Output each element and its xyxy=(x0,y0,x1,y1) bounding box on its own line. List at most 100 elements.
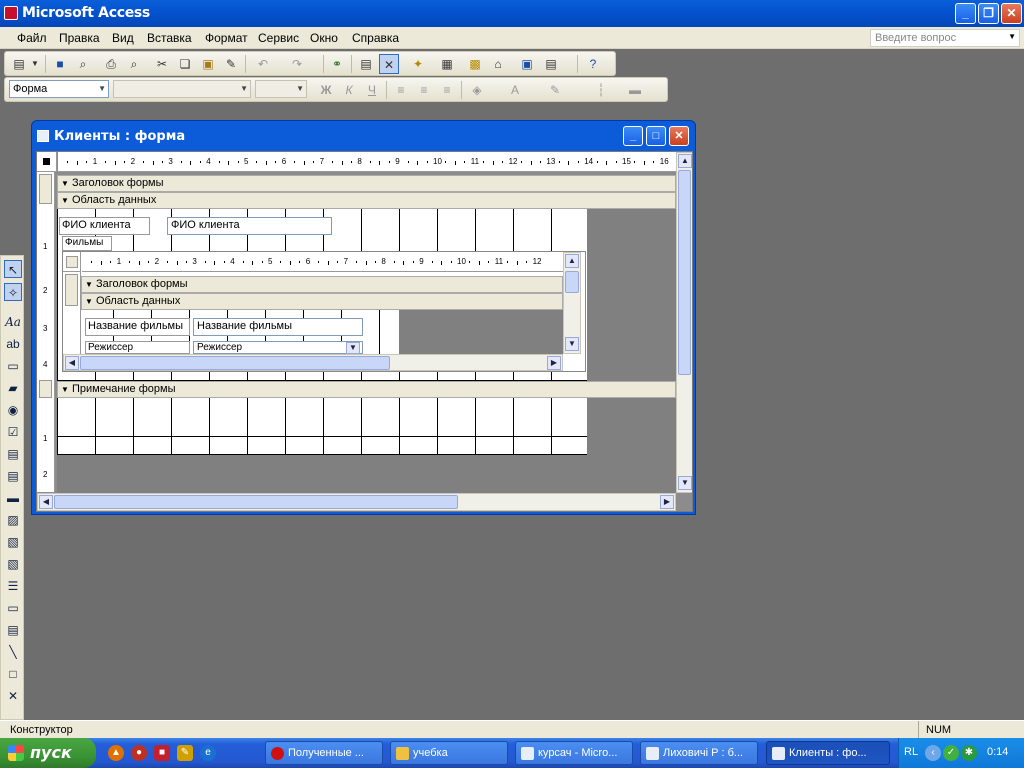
quicklaunch-app-icon[interactable]: ● xyxy=(131,745,147,761)
tab-control-icon[interactable]: ▭ xyxy=(4,599,22,617)
taskbar-item[interactable]: учебка xyxy=(390,741,508,765)
special-effect-icon[interactable]: ▬ xyxy=(625,80,645,100)
form-minimize-button[interactable]: _ xyxy=(623,126,643,146)
properties-icon[interactable]: ▩ xyxy=(465,54,485,74)
subform-hscroll-thumb[interactable] xyxy=(80,356,390,370)
form-maximize-button[interactable]: □ xyxy=(646,126,666,146)
italic-icon[interactable]: К xyxy=(339,80,359,100)
internet-explorer-icon[interactable]: e xyxy=(200,745,216,761)
autoformat-icon[interactable]: ✦ xyxy=(408,54,428,74)
line-color-icon[interactable]: ✎ xyxy=(545,80,565,100)
font-color-icon[interactable]: A xyxy=(505,80,525,100)
restore-button[interactable]: ❐ xyxy=(978,3,999,24)
tray-app-icon[interactable]: ‹ xyxy=(925,745,941,761)
form-icon[interactable] xyxy=(37,130,49,142)
film-title-label[interactable]: Название фильмы xyxy=(85,318,190,336)
search-file-icon[interactable]: ⌕ xyxy=(73,54,93,74)
combo-box-icon[interactable]: ▤ xyxy=(4,445,22,463)
align-right-icon[interactable]: ≡ xyxy=(437,80,457,100)
start-button[interactable]: пуск xyxy=(0,738,96,768)
taskbar-item[interactable]: Полученные ... xyxy=(265,741,383,765)
chevron-down-icon[interactable]: ▼ xyxy=(29,54,41,74)
subform-header-section-bar[interactable]: Заголовок формы xyxy=(81,276,563,293)
scroll-left-icon[interactable]: ◀ xyxy=(65,356,79,370)
checkbox-tool-icon[interactable]: ☑ xyxy=(4,423,22,441)
subform-tool-icon[interactable]: ▤ xyxy=(4,621,22,639)
page-break-icon[interactable]: ☰ xyxy=(4,577,22,595)
align-center-icon[interactable]: ≡ xyxy=(414,80,434,100)
subform-vertical-ruler[interactable] xyxy=(63,272,81,354)
redo-icon[interactable]: ↷ xyxy=(287,54,307,74)
font-size-combo[interactable]: ▼ xyxy=(255,80,307,98)
horizontal-ruler[interactable]: 1 2 3 4 5 6 7 8 9 10 11 12 13 14 15 16 xyxy=(58,152,676,172)
form-horizontal-scrollbar[interactable]: ◀ ▶ xyxy=(37,493,676,511)
menu-format[interactable]: Формат xyxy=(205,31,248,45)
view-icon[interactable]: ▤ xyxy=(9,54,29,74)
subform-horizontal-scrollbar[interactable]: ◀ ▶ xyxy=(63,354,563,371)
new-object-icon[interactable]: ▤ xyxy=(541,54,561,74)
quicklaunch-app-icon[interactable]: ■ xyxy=(154,745,170,761)
form-selector[interactable] xyxy=(37,152,57,172)
access-app-icon[interactable] xyxy=(4,6,18,20)
form-header-section-bar[interactable]: Заголовок формы xyxy=(57,175,676,192)
director-combo[interactable]: Режиссер xyxy=(193,341,363,354)
films-subform-label[interactable]: Фильмы xyxy=(62,236,112,251)
toolbox-icon[interactable]: ✕ xyxy=(379,54,399,74)
list-box-icon[interactable]: ▤ xyxy=(4,467,22,485)
menu-file[interactable]: Файл xyxy=(17,31,47,45)
copy-icon[interactable]: ❏ xyxy=(175,54,195,74)
menu-edit[interactable]: Правка xyxy=(59,31,100,45)
undo-icon[interactable]: ↶ xyxy=(253,54,273,74)
minimize-button[interactable]: _ xyxy=(955,3,976,24)
scroll-down-icon[interactable]: ▼ xyxy=(565,337,579,351)
director-label[interactable]: Режиссер xyxy=(85,341,190,354)
font-name-combo[interactable]: ▼ xyxy=(113,80,251,98)
chevron-down-icon[interactable]: ▼ xyxy=(346,342,360,354)
menu-insert[interactable]: Вставка xyxy=(147,31,192,45)
form-vscroll-thumb[interactable] xyxy=(678,170,691,375)
close-button[interactable]: ✕ xyxy=(1001,3,1022,24)
control-wizards-icon[interactable]: ✧ xyxy=(4,283,22,301)
toggle-button-icon[interactable]: ▰ xyxy=(4,379,22,397)
scroll-down-icon[interactable]: ▼ xyxy=(678,476,692,490)
vertical-ruler[interactable]: 1 2 3 4 1 2 xyxy=(37,172,55,492)
tray-app-icon[interactable]: ✱ xyxy=(961,745,977,761)
textbox-tool-icon[interactable]: ab xyxy=(4,335,22,353)
client-name-textbox[interactable]: ФИО клиента xyxy=(167,217,332,235)
cut-icon[interactable]: ✂ xyxy=(152,54,172,74)
film-title-textbox[interactable]: Название фильмы xyxy=(193,318,363,336)
bound-object-icon[interactable]: ▧ xyxy=(4,555,22,573)
builder-icon[interactable]: ⌂ xyxy=(488,54,508,74)
taskbar-item-active[interactable]: Клиенты : фо... xyxy=(766,741,890,765)
hyperlink-icon[interactable]: ⚭ xyxy=(327,54,347,74)
form-detail-section-bar[interactable]: Область данных xyxy=(57,192,676,209)
ask-question-input[interactable]: Введите вопрос ▼ xyxy=(870,29,1020,47)
scroll-right-icon[interactable]: ▶ xyxy=(547,356,561,370)
scroll-right-icon[interactable]: ▶ xyxy=(660,495,674,509)
label-tool-icon[interactable]: Aa xyxy=(4,313,22,331)
quicklaunch-app-icon[interactable]: ✎ xyxy=(177,745,193,761)
line-width-icon[interactable]: ┆ xyxy=(591,80,611,100)
line-tool-icon[interactable]: ╲ xyxy=(4,643,22,661)
chevron-down-icon[interactable]: ▼ xyxy=(1008,32,1016,41)
underline-icon[interactable]: Ч xyxy=(362,80,382,100)
field-list-icon[interactable]: ▤ xyxy=(356,54,376,74)
unbound-object-icon[interactable]: ▧ xyxy=(4,533,22,551)
object-combo[interactable]: Форма ▼ xyxy=(9,80,109,98)
form-hscroll-thumb[interactable] xyxy=(54,495,458,509)
image-tool-icon[interactable]: ▨ xyxy=(4,511,22,529)
client-name-label[interactable]: ФИО клиента xyxy=(59,217,150,235)
tray-app-icon[interactable]: ✓ xyxy=(943,745,959,761)
save-icon[interactable]: ■ xyxy=(50,54,70,74)
bold-icon[interactable]: Ж xyxy=(316,80,336,100)
paste-icon[interactable]: ▣ xyxy=(198,54,218,74)
menu-help[interactable]: Справка xyxy=(352,31,399,45)
code-icon[interactable]: ▦ xyxy=(437,54,457,74)
database-window-icon[interactable]: ▣ xyxy=(517,54,537,74)
help-icon[interactable]: ? xyxy=(583,54,603,74)
subform-horizontal-ruler[interactable]: 1 2 3 4 5 6 7 8 9 10 11 12 xyxy=(82,252,563,272)
command-button-icon[interactable]: ▬ xyxy=(4,489,22,507)
menu-window[interactable]: Окно xyxy=(310,31,338,45)
format-painter-icon[interactable]: ✎ xyxy=(221,54,241,74)
subform-selector[interactable] xyxy=(63,252,81,272)
